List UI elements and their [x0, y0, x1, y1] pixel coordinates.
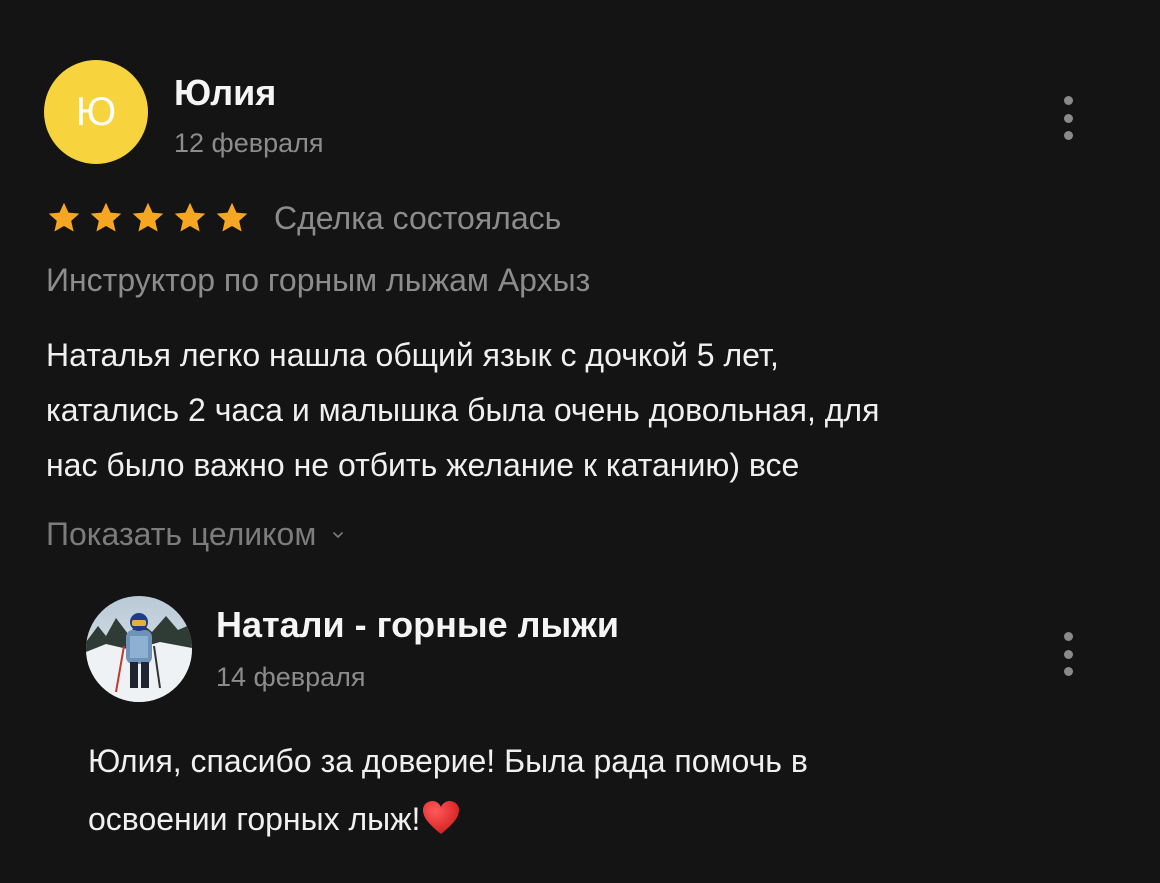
skier-photo	[86, 596, 192, 702]
star-rating	[46, 200, 250, 236]
review-text-line: нас было важно не отбить желание к катан…	[46, 447, 800, 483]
heart-icon	[423, 801, 460, 834]
more-vertical-icon[interactable]	[1062, 632, 1074, 676]
reply-author-name[interactable]: Натали - горные лыжи	[216, 604, 619, 646]
author-name[interactable]: Юлия	[174, 72, 276, 114]
star-icon	[174, 202, 206, 232]
reply-text-line: освоении горных лыж!	[88, 801, 421, 837]
reply-text-line: Юлия, спасибо за доверие! Была рада помо…	[88, 743, 808, 779]
reply-avatar[interactable]	[86, 596, 192, 702]
star-icon	[132, 202, 164, 232]
review-date: 12 февраля	[174, 128, 324, 158]
reply-text-line-last: освоении горных лыж!	[88, 790, 1088, 848]
review-card: Ю Юлия 12 февраля Сделка состоялась Инст…	[0, 0, 1160, 883]
star-icon	[216, 202, 248, 232]
avatar-initial: Ю	[75, 89, 117, 134]
more-vertical-icon[interactable]	[1062, 96, 1074, 140]
show-full-label: Показать целиком	[46, 516, 317, 552]
avatar[interactable]: Ю	[44, 60, 148, 164]
service-name[interactable]: Инструктор по горным лыжам Архыз	[46, 262, 590, 299]
review-text-line: катались 2 часа и малышка была очень дов…	[46, 392, 880, 428]
star-icon	[90, 202, 122, 232]
reply-text: Юлия, спасибо за доверие! Была рада помо…	[88, 732, 1088, 848]
show-full-button[interactable]: Показать целиком	[46, 516, 344, 553]
reply-date: 14 февраля	[216, 662, 366, 692]
rating-row: Сделка состоялась	[46, 196, 561, 240]
star-icon	[48, 202, 80, 232]
deal-status: Сделка состоялась	[274, 199, 562, 236]
review-text: Наталья легко нашла общий язык с дочкой …	[46, 328, 1116, 493]
review-text-line: Наталья легко нашла общий язык с дочкой …	[46, 337, 779, 373]
chevron-down-icon	[333, 531, 344, 538]
